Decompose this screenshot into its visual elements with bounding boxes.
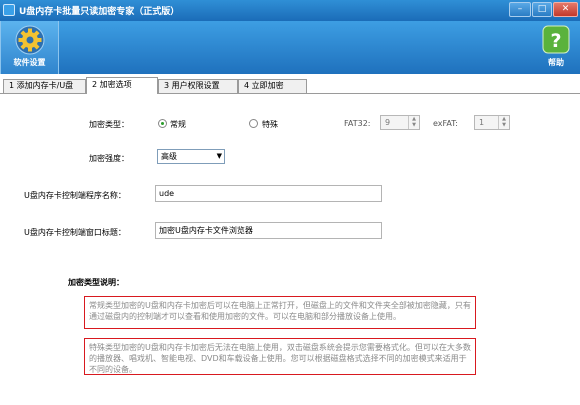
radio-normal-label: 常规 [170, 120, 186, 129]
fat32-stepper[interactable]: 9 ▲ ▼ [380, 115, 420, 130]
encryption-type-label: 加密类型： [89, 120, 129, 129]
svg-text:?: ? [550, 30, 561, 52]
stepper-arrows-icon: ▲ ▼ [498, 116, 509, 129]
app-icon [3, 4, 15, 16]
help-button[interactable]: ? 帮助 [537, 21, 575, 74]
window-title: U盘内存卡批量只读加密专家（正式版） [19, 7, 180, 17]
special-type-description: 特殊类型加密的U盘和内存卡加密后无法在电脑上使用，双击磁盘系统会提示您需要格式化… [84, 338, 476, 375]
tab-user-permissions[interactable]: 3 用户权限设置 [158, 79, 238, 93]
title-bar: U盘内存卡批量只读加密专家（正式版） – □ ✕ [0, 0, 580, 21]
minimize-button[interactable]: – [509, 2, 531, 17]
maximize-button[interactable]: □ [532, 2, 552, 17]
toolbar: 软件设置 ? 帮助 [0, 21, 580, 74]
settings-button[interactable]: 软件设置 [0, 21, 59, 74]
description-heading: 加密类型说明： [68, 278, 124, 287]
encryption-strength-label: 加密强度： [89, 154, 129, 163]
stepper-arrows-icon: ▲ ▼ [408, 116, 419, 129]
close-button[interactable]: ✕ [553, 2, 578, 17]
gear-icon [15, 25, 44, 55]
radio-special[interactable] [249, 119, 258, 128]
fat32-value: 9 [385, 118, 391, 127]
settings-label: 软件设置 [13, 58, 46, 67]
tab-add-card[interactable]: 1 添加内存卡/U盘 [3, 79, 86, 93]
dropdown-arrow-icon: ▼ [216, 152, 222, 160]
tab-strip: 1 添加内存卡/U盘 2 加密选项 3 用户权限设置 4 立即加密 [0, 77, 580, 94]
encryption-strength-select[interactable]: 高级 ▼ [157, 149, 225, 164]
options-panel: 加密类型： 常规 特殊 FAT32: 9 ▲ ▼ exFAT: 1 ▲ ▼ 加密强度… [0, 94, 580, 405]
exfat-stepper[interactable]: 1 ▲ ▼ [474, 115, 510, 130]
encryption-strength-value: 高级 [161, 152, 177, 161]
tab-encrypt-now[interactable]: 4 立即加密 [238, 79, 307, 93]
window-title-label: U盘内存卡控制端窗口标题： [24, 228, 126, 237]
window-title-input[interactable]: 加密U盘内存卡文件浏览器 [155, 222, 382, 239]
exfat-label: exFAT: [433, 119, 458, 128]
exfat-value: 1 [479, 118, 485, 127]
radio-normal[interactable] [158, 119, 167, 128]
fat32-label: FAT32: [344, 119, 371, 128]
tab-encrypt-options[interactable]: 2 加密选项 [86, 77, 158, 94]
program-name-input[interactable]: ude [155, 185, 382, 202]
normal-type-description: 常规类型加密的U盘和内存卡加密后可以在电脑上正常打开，但磁盘上的文件和文件夹全部… [84, 296, 476, 329]
program-name-label: U盘内存卡控制端程序名称： [24, 191, 126, 200]
radio-special-label: 特殊 [262, 120, 278, 129]
help-label: 帮助 [548, 58, 564, 67]
help-icon: ? [542, 25, 570, 54]
